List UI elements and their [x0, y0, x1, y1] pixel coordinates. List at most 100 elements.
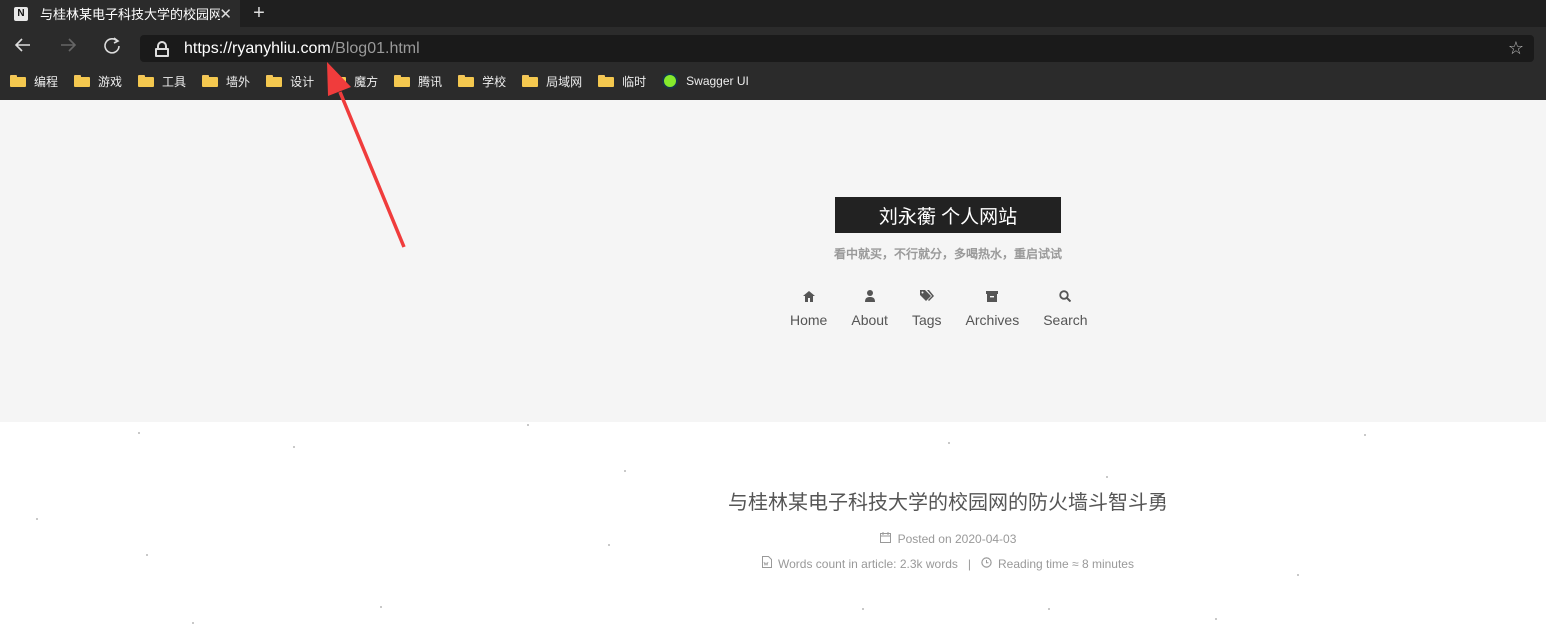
active-tab[interactable]: N 与桂林某电子科技大学的校园网的防火墙斗智斗勇 ✕	[0, 0, 240, 27]
calendar-icon	[879, 532, 898, 543]
background-particle	[146, 554, 148, 556]
tab-strip: N 与桂林某电子科技大学的校园网的防火墙斗智斗勇 ✕ +	[0, 0, 1546, 27]
site-header: 刘永蘅 个人网站 看中就买，不行就分，多喝热水，重启试试 Home About …	[0, 100, 1546, 422]
folder-icon	[394, 75, 411, 87]
tab-title: 与桂林某电子科技大学的校园网的防火墙斗智斗勇	[40, 7, 220, 22]
bookmark-label: 学校	[482, 74, 507, 89]
post-stats-meta: Words count in article: 2.3k words | Readi…	[700, 556, 1196, 571]
bookmark-item[interactable]: Swagger UI	[662, 73, 749, 89]
background-particle	[948, 442, 950, 444]
site-brand[interactable]: 刘永蘅 个人网站	[835, 197, 1061, 233]
browser-toolbar: https://ryanyhliu.com/Blog01.html ☆	[0, 27, 1546, 67]
background-particle	[608, 544, 610, 546]
menu-label-about: About	[851, 312, 888, 328]
search-icon	[1059, 286, 1072, 306]
background-particle	[36, 518, 38, 520]
folder-icon	[330, 75, 347, 87]
bookmark-label: 设计	[290, 74, 315, 89]
folder-icon	[522, 75, 539, 87]
background-particle	[1364, 434, 1366, 436]
archive-icon	[986, 286, 999, 306]
refresh-button[interactable]	[99, 35, 125, 61]
bookmark-item[interactable]: 魔方	[330, 73, 378, 90]
words-count: Words count in article: 2.3k words	[778, 557, 958, 571]
bookmark-item[interactable]: 设计	[266, 73, 314, 90]
bookmark-label: 临时	[622, 74, 647, 89]
menu-label-search: Search	[1043, 312, 1088, 328]
menu-label-archives: Archives	[965, 312, 1020, 328]
folder-icon	[202, 75, 219, 87]
bookmarks-bar: 编程 游戏 工具 墙外 设计 魔方 腾讯 学校 局域网 临时 Swagger UI	[0, 67, 1546, 95]
folder-icon	[138, 75, 155, 87]
bookmark-label: 编程	[34, 74, 59, 89]
bookmark-item[interactable]: 学校	[458, 73, 506, 90]
background-particle	[624, 470, 626, 472]
url-path: /Blog01.html	[330, 39, 420, 57]
user-icon	[864, 286, 875, 306]
tags-icon	[919, 286, 934, 306]
bookmark-item[interactable]: 临时	[598, 73, 646, 90]
url-host: https://ryanyhliu.com	[184, 39, 331, 57]
background-particle	[1106, 476, 1108, 478]
refresh-icon	[104, 37, 120, 54]
bookmark-label: 腾讯	[418, 74, 443, 89]
forward-button[interactable]	[55, 35, 81, 61]
menu-label-tags: Tags	[911, 312, 942, 328]
background-particle	[1048, 608, 1050, 610]
reading-time: Reading time ≈ 8 minutes	[998, 557, 1134, 571]
bookmark-label: Swagger UI	[686, 74, 749, 88]
folder-icon	[598, 75, 615, 87]
posted-on-label: Posted on	[897, 532, 952, 546]
new-tab-button[interactable]: +	[248, 0, 270, 27]
background-particle	[138, 432, 140, 434]
background-particle	[527, 424, 529, 426]
swagger-icon	[662, 73, 679, 89]
bookmark-item[interactable]: 工具	[138, 73, 186, 90]
menu-label-home: Home	[790, 312, 828, 328]
bookmark-item[interactable]: 腾讯	[394, 73, 442, 90]
clock-icon	[981, 557, 998, 568]
home-icon	[802, 286, 815, 306]
post-date-meta: Posted on 2020-04-03	[700, 532, 1196, 546]
background-particle	[1297, 574, 1299, 576]
bookmark-label: 工具	[162, 74, 187, 89]
bookmark-label: 局域网	[546, 74, 583, 89]
background-particle	[1215, 618, 1217, 620]
url-text: https://ryanyhliu.com/Blog01.html	[184, 40, 420, 58]
close-tab-icon[interactable]: ✕	[219, 5, 232, 23]
bookmark-item[interactable]: 编程	[10, 73, 58, 90]
site-favicon-icon: N	[14, 6, 28, 21]
site-subtitle: 看中就买，不行就分，多喝热水，重启试试	[833, 247, 1062, 261]
menu-item-home[interactable]: Home	[790, 286, 827, 328]
folder-icon	[266, 75, 283, 87]
post-content-area: 与桂林某电子科技大学的校园网的防火墙斗智斗勇 Posted on 2020-04…	[0, 422, 1546, 636]
menu-item-tags[interactable]: Tags	[912, 286, 942, 328]
background-particle	[192, 622, 194, 624]
bookmark-label: 游戏	[98, 74, 123, 89]
background-particle	[862, 608, 864, 610]
word-file-icon	[762, 556, 778, 568]
meta-separator: |	[967, 557, 971, 571]
address-bar[interactable]: https://ryanyhliu.com/Blog01.html ☆	[140, 35, 1534, 62]
bookmark-label: 魔方	[354, 74, 379, 89]
post-title[interactable]: 与桂林某电子科技大学的校园网的防火墙斗智斗勇	[700, 486, 1196, 515]
background-particle	[293, 446, 295, 448]
back-button[interactable]	[10, 35, 36, 61]
post-date: 2020-04-03	[955, 532, 1017, 546]
background-particle	[380, 606, 382, 608]
forward-arrow-icon	[61, 38, 77, 52]
menu-item-about[interactable]: About	[851, 286, 888, 328]
menu-item-search[interactable]: Search	[1043, 286, 1088, 328]
back-arrow-icon	[14, 38, 30, 52]
folder-icon	[458, 75, 475, 87]
folder-icon	[74, 75, 91, 87]
menu-item-archives[interactable]: Archives	[965, 286, 1020, 328]
folder-icon	[10, 75, 26, 87]
bookmark-item[interactable]: 游戏	[74, 73, 122, 90]
favorite-star-icon[interactable]: ☆	[1508, 38, 1524, 59]
browser-chrome: N 与桂林某电子科技大学的校园网的防火墙斗智斗勇 ✕ + https://rya…	[0, 0, 1546, 100]
bookmark-label: 墙外	[226, 74, 251, 89]
bookmark-item[interactable]: 墙外	[202, 73, 250, 90]
bookmark-item[interactable]: 局域网	[522, 73, 582, 90]
lock-icon	[154, 40, 170, 57]
